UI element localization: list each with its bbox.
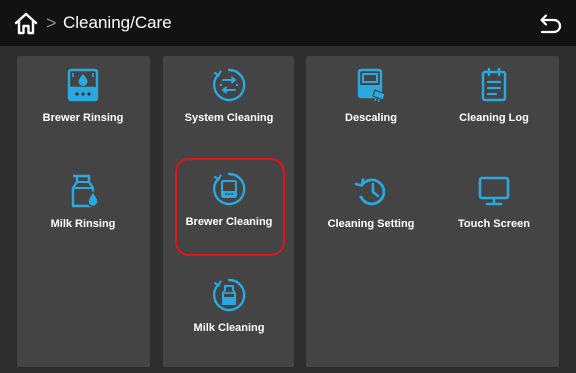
brewer-rinsing-icon [67,68,99,102]
milk-cleaning-button[interactable]: Milk Cleaning [166,277,292,335]
cleaning-log-button[interactable]: Cleaning Log [431,67,557,125]
cleaning-setting-label: Cleaning Setting [327,218,415,230]
touch-screen-button[interactable]: Touch Screen [431,173,557,231]
milk-rinsing-button[interactable]: Milk Rinsing [20,173,146,231]
milk-cleaning-icon [213,278,246,312]
top-bar: > Cleaning/Care [0,0,576,46]
descaling-button[interactable]: Descaling [308,67,434,125]
descaling-icon [357,68,386,103]
home-icon[interactable] [12,9,40,37]
system-cleaning-label: System Cleaning [184,112,274,124]
cleaning-log-icon [481,67,507,102]
page-title: Cleaning/Care [63,13,172,32]
milk-rinsing-icon [71,174,99,208]
panel-rinsing: Brewer Rinsing Milk Rinsing [17,56,150,367]
touch-screen-icon [478,176,510,206]
milk-cleaning-label: Milk Cleaning [193,322,265,334]
selection-highlight [175,158,285,256]
descaling-label: Descaling [345,112,397,124]
system-cleaning-icon [213,68,246,102]
touch-screen-label: Touch Screen [458,218,530,230]
brewer-rinsing-button[interactable]: Brewer Rinsing [20,67,146,125]
cleaning-setting-icon [354,178,386,206]
back-arrow-icon[interactable] [534,10,562,38]
content-area: Brewer Rinsing Milk Rinsing System Clean [0,46,576,373]
panel-maintenance: Descaling Cleaning Log Cleaning Setting [306,56,559,367]
cleaning-log-label: Cleaning Log [459,112,529,124]
milk-rinsing-label: Milk Rinsing [50,218,116,230]
brewer-rinsing-label: Brewer Rinsing [42,112,124,124]
breadcrumb-separator: > [46,13,57,33]
cleaning-setting-button[interactable]: Cleaning Setting [308,173,434,231]
system-cleaning-button[interactable]: System Cleaning [166,67,292,125]
